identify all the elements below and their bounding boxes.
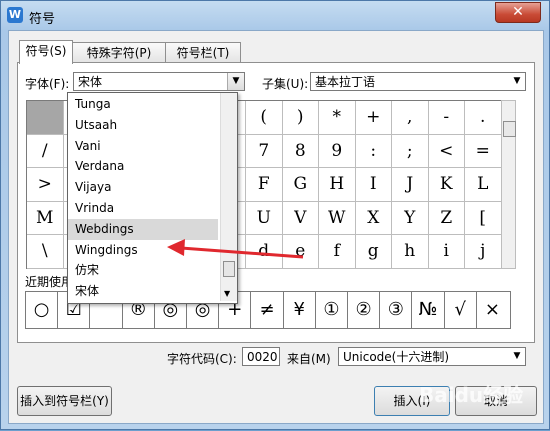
annotation-arrow-shaft	[180, 246, 304, 259]
annotation-arrow-head	[167, 239, 185, 256]
watermark: Baidu经验	[419, 383, 524, 407]
annotation-arrow	[167, 239, 304, 259]
symbol-dialog: W 符号 ✕ 符号(S) 特殊字符(P) 符号栏(T) 字体(F): 宋体 ▼ …	[0, 0, 550, 430]
